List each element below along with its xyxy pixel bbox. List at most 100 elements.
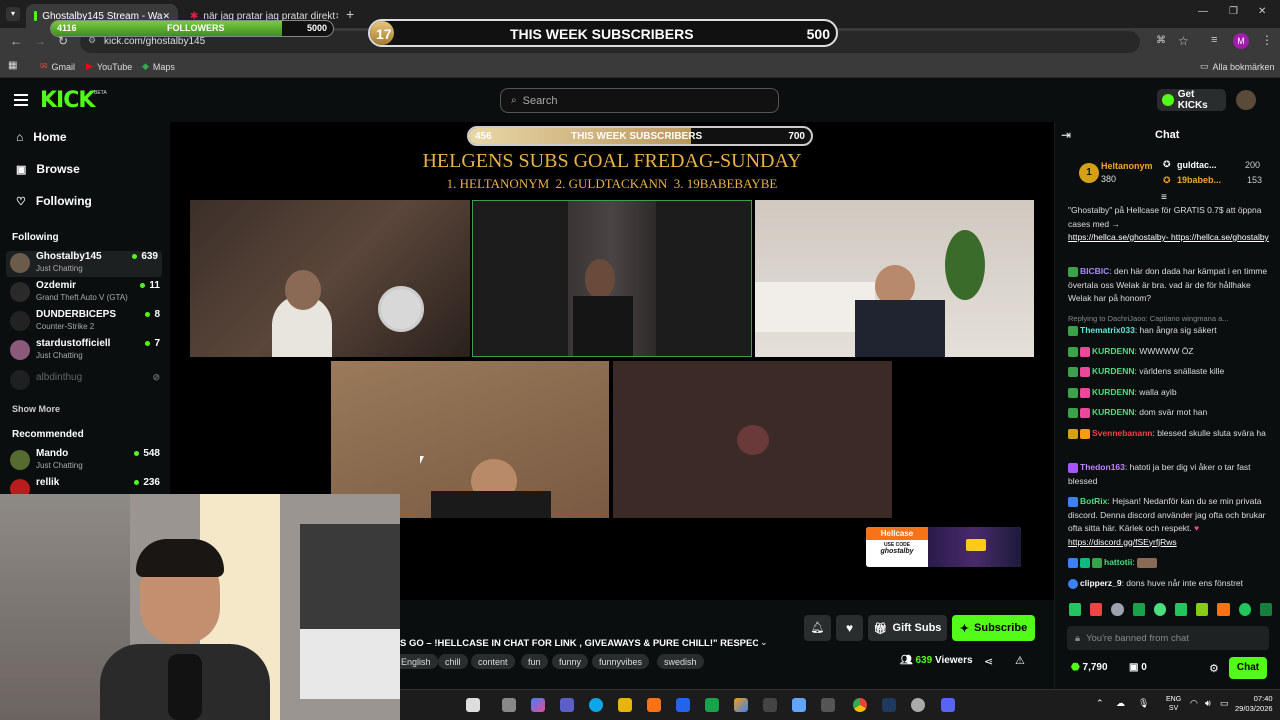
gift-subs-button[interactable]: 🎁︎ Gift Subs	[868, 615, 947, 641]
nav-browse[interactable]: ▣ Browse	[16, 162, 80, 176]
user-avatar[interactable]	[1236, 90, 1256, 110]
translate-icon[interactable]: ⌘	[1156, 35, 1166, 46]
close-icon[interactable]: ✕	[335, 11, 338, 22]
bookmark-youtube[interactable]: ▶ YouTube	[86, 61, 132, 72]
wifi-icon[interactable]: ◠	[1190, 698, 1198, 709]
chat-message: hattotii:	[1068, 556, 1273, 570]
forward-icon[interactable]: →	[34, 34, 46, 48]
tray-microphone-icon[interactable]: 🎙︎	[1138, 698, 1149, 709]
leader-2-name[interactable]: guldtac...	[1177, 160, 1217, 170]
taskbar-steam-icon[interactable]	[882, 698, 896, 712]
gifter-badge-icon	[1080, 407, 1090, 418]
volume-icon[interactable]: 🔊︎	[1205, 698, 1211, 709]
emote-bar[interactable]	[1069, 603, 1274, 617]
maximize-icon[interactable]: ❐	[1229, 6, 1238, 17]
search-input[interactable]: ⌕ Search	[500, 88, 779, 113]
tag-swedish[interactable]: swedish	[657, 654, 704, 669]
following-item-ghostalby145[interactable]: Ghostalby145 Just Chatting 639	[6, 251, 162, 277]
recommended-item-mando[interactable]: Mando Just Chatting 548	[10, 448, 160, 474]
taskbar-discord-icon[interactable]	[941, 698, 955, 712]
tag-funny[interactable]: funny	[552, 654, 589, 669]
following-item-dunderbiceps[interactable]: DUNDERBICEPS Counter-Strike 2 8	[10, 309, 160, 335]
bookmark-maps[interactable]: ◆ Maps	[142, 61, 175, 72]
tray-chevron-icon[interactable]: ⌃	[1096, 698, 1104, 709]
leader-1-name[interactable]: Heltanonym	[1101, 161, 1153, 171]
url-text: kick.com/ghostalby145	[104, 36, 206, 47]
taskbar-security-icon[interactable]	[705, 698, 719, 712]
emote-icon[interactable]	[1175, 603, 1188, 616]
apps-grid-icon[interactable]: ▦	[8, 60, 17, 71]
taskbar-store-icon[interactable]	[647, 698, 661, 712]
subscribe-button[interactable]: ✦ Subscribe	[952, 615, 1035, 641]
tab-list-icon[interactable]: ▾	[6, 7, 20, 21]
chat-link[interactable]: https://discord.gg/fSEyrfjRws	[1068, 537, 1177, 547]
window-close-icon[interactable]: ✕	[1258, 6, 1266, 17]
clock[interactable]: 07:40 29/03/2026	[1235, 694, 1273, 714]
following-item-stardustofficiell[interactable]: stardustofficiell Just Chatting 7	[10, 338, 160, 364]
show-more-link[interactable]: Show More	[12, 404, 60, 414]
expand-leaderboard-icon[interactable]: ≡	[1161, 192, 1167, 203]
taskbar-photos-icon[interactable]	[792, 698, 806, 712]
emote-icon[interactable]	[1132, 603, 1145, 616]
back-icon[interactable]: ←	[10, 34, 22, 48]
chat-link[interactable]: https://hellca.se/ghostalby- https://hel…	[1068, 232, 1269, 242]
emote-icon[interactable]	[1090, 603, 1103, 616]
collapse-chat-icon[interactable]: ⇥	[1061, 128, 1071, 142]
minimize-icon[interactable]: —	[1198, 6, 1208, 17]
bookmark-star-icon[interactable]: ☆	[1178, 34, 1189, 48]
nav-home[interactable]: ⌂ Home	[16, 130, 67, 144]
notification-bell-button[interactable]: 🔔︎	[804, 615, 831, 641]
tag-content[interactable]: content	[471, 654, 515, 669]
taskbar-chrome-icon[interactable]	[853, 698, 867, 712]
taskbar-mail-icon[interactable]	[676, 698, 690, 712]
leader-3-name[interactable]: 19babeb...	[1177, 175, 1221, 185]
emote-icon[interactable]	[1217, 603, 1230, 616]
tag-fun[interactable]: fun	[521, 654, 548, 669]
taskbar-explorer-icon[interactable]	[466, 698, 480, 712]
chat-send-button[interactable]: Chat	[1229, 657, 1267, 679]
taskbar-obs-icon[interactable]	[911, 698, 925, 712]
kick-logo[interactable]: KICK	[40, 88, 95, 113]
following-item-ozdemir[interactable]: Ozdemir Grand Theft Auto V (GTA) 11	[10, 280, 160, 306]
following-item-albdinthug[interactable]: albdinthug ⊘	[10, 370, 160, 398]
report-icon[interactable]: ⚠	[1015, 654, 1025, 667]
battery-icon[interactable]: ▭	[1220, 698, 1229, 709]
emote-icon[interactable]	[1259, 603, 1273, 616]
taskbar-app-icon[interactable]	[734, 698, 748, 712]
taskbar-copilot-icon[interactable]	[531, 698, 545, 712]
new-tab-icon[interactable]: +	[346, 6, 354, 22]
taskbar-teams-icon[interactable]	[560, 698, 574, 712]
language-indicator[interactable]: ENG SV	[1166, 695, 1181, 713]
hamburger-menu-icon[interactable]	[14, 94, 28, 106]
emote-icon[interactable]	[1196, 603, 1209, 616]
chat-settings-gear-icon[interactable]: ⚙	[1209, 662, 1219, 675]
taskbar-app-icon[interactable]	[502, 698, 516, 712]
taskbar-app-icon[interactable]	[821, 698, 835, 712]
tag-english[interactable]: English	[394, 654, 438, 669]
goal-title: HELGENS SUBS GOAL FREDAG-SUNDAY	[422, 150, 802, 172]
chevron-down-icon[interactable]: ⌄	[760, 637, 768, 648]
get-kicks-button[interactable]: Get KICKs	[1157, 89, 1226, 111]
leader-1-value: 380	[1101, 174, 1117, 184]
emote-icon[interactable]	[1238, 603, 1251, 616]
taskbar-edge-icon[interactable]	[589, 698, 603, 712]
share-icon[interactable]: ⋖	[984, 655, 993, 668]
menu-kebab-icon[interactable]: ⋮	[1261, 33, 1273, 47]
emote-icon[interactable]	[1111, 603, 1124, 616]
tag-funnyvibes[interactable]: funnyvibes	[592, 654, 650, 669]
all-bookmarks[interactable]: ▭ Alla bokmärken	[1200, 61, 1275, 72]
tray-app-icon[interactable]: ☁	[1116, 698, 1125, 709]
profile-avatar[interactable]: M	[1233, 33, 1249, 49]
chat-message: KURDENN: walla ayib	[1068, 386, 1273, 400]
taskbar-app-icon[interactable]	[763, 698, 777, 712]
nav-following[interactable]: ♡ Following	[16, 194, 92, 208]
media-icon[interactable]: ≡	[1211, 34, 1217, 46]
redeem-count[interactable]: ▣ 0	[1129, 662, 1147, 673]
tag-chill[interactable]: chill	[438, 654, 468, 669]
emote-icon[interactable]	[1069, 603, 1082, 616]
channel-points[interactable]: ⬣ 7,790	[1071, 662, 1108, 673]
follow-heart-button[interactable]: ♥	[836, 615, 863, 641]
emote-icon[interactable]	[1153, 603, 1167, 616]
bookmark-gmail[interactable]: ✉ Gmail	[40, 61, 75, 72]
taskbar-folder-icon[interactable]	[618, 698, 632, 712]
